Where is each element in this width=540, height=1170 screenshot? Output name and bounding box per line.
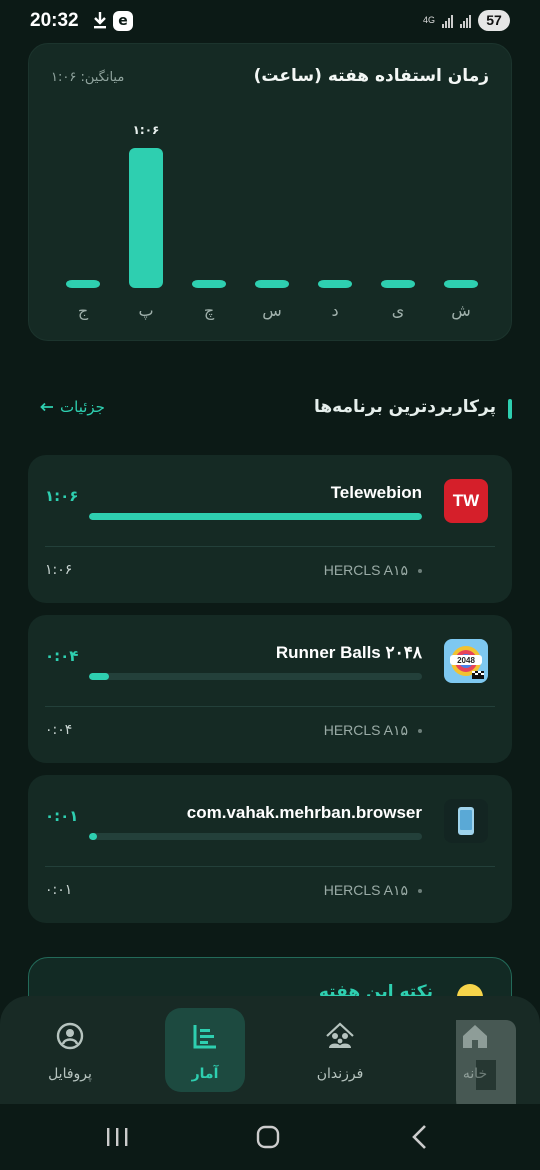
chart-day-label: پ [138, 301, 153, 321]
section-accent-bar [508, 399, 512, 419]
chart-day-label: س [262, 301, 282, 320]
stats-icon [193, 1025, 216, 1049]
weekly-usage-card: زمان استفاده هفته (ساعت) میانگین: ۱:۰۶ ش… [28, 43, 512, 341]
device-time: ۰:۰۱ [45, 882, 73, 898]
status-indicators: 4G 57 [423, 10, 510, 31]
app-usage-card[interactable]: 2048 Runner Balls ۲۰۴۸ ۰:۰۴ HERCLS A۱۵ ۰… [28, 615, 512, 763]
phone-app-icon [444, 799, 488, 843]
device-name: HERCLS A۱۵ [323, 722, 408, 738]
notification-app-icon: e [113, 11, 133, 31]
chart-bar [129, 148, 163, 288]
usage-bar [89, 513, 422, 520]
chart-day-label: ی [392, 301, 405, 320]
app-usage-card[interactable]: TW Telewebion ۱:۰۶ HERCLS A۱۵ ۱:۰۶ [28, 455, 512, 603]
device-dot [418, 889, 422, 893]
app-name: Runner Balls ۲۰۴۸ [275, 643, 422, 662]
chart-bar [66, 280, 100, 288]
nav-stats[interactable]: آمار [165, 1008, 245, 1092]
divider [45, 866, 495, 867]
chart-day-label: چ [204, 301, 215, 321]
telewebion-icon: TW [444, 479, 488, 523]
usage-bar-fill [89, 673, 109, 680]
device-name: HERCLS A۱۵ [323, 562, 408, 578]
system-navigation [0, 1104, 540, 1170]
device-time: ۰:۰۴ [45, 722, 73, 738]
device-dot [418, 729, 422, 733]
download-icon [94, 12, 106, 29]
network-type: 4G [422, 15, 435, 25]
chart-value-label: ۱:۰۶ [133, 123, 160, 137]
chart-day-label: ج [78, 301, 89, 321]
svg-text:2048: 2048 [457, 656, 475, 665]
app-time: ۰:۰۴ [45, 647, 79, 665]
app-time: ۱:۰۶ [45, 487, 79, 505]
usage-bar [89, 833, 422, 840]
status-time: 20:32 [30, 10, 79, 31]
details-link[interactable]: جزئیات [40, 398, 105, 416]
chart-bar [444, 280, 478, 288]
back-icon[interactable] [405, 1122, 435, 1152]
signal-icon-2 [460, 13, 471, 28]
nav-profile[interactable]: پروفایل [30, 1008, 110, 1092]
home-button-icon[interactable] [253, 1122, 283, 1152]
device-dot [418, 569, 422, 573]
usage-bar-fill [89, 833, 97, 840]
details-label: جزئیات [60, 398, 105, 416]
arrow-left-icon [40, 402, 53, 412]
battery-icon: 57 [478, 10, 510, 31]
section-title: پرکاربردترین برنامه‌ها [314, 397, 496, 417]
usage-bar [89, 673, 422, 680]
nav-children[interactable]: فرزندان [300, 1008, 380, 1092]
family-icon [326, 1022, 354, 1048]
chart-bar [381, 280, 415, 288]
signal-icon [442, 13, 453, 28]
chart-day-label: د [331, 301, 338, 320]
nav-label: فرزندان [316, 1066, 364, 1082]
app-name: Telewebion [330, 483, 422, 502]
chart-day-label: ش [451, 301, 471, 320]
runner-balls-icon: 2048 [444, 639, 488, 683]
chart-bar [192, 280, 226, 288]
recent-apps-icon[interactable] [103, 1122, 133, 1152]
app-usage-card[interactable]: com.vahak.mehrban.browser ۰:۰۱ HERCLS A۱… [28, 775, 512, 923]
nav-label: آمار [191, 1066, 219, 1082]
status-bar: 20:32 e 4G 57 [0, 0, 540, 44]
chart-bar [255, 280, 289, 288]
device-name: HERCLS A۱۵ [323, 882, 408, 898]
nav-label: پروفایل [48, 1066, 92, 1082]
app-time: ۰:۰۱ [45, 807, 79, 825]
app-name: com.vahak.mehrban.browser [186, 803, 422, 822]
weekly-usage-chart: ش ی د س چ پ ۱:۰۶ ج [66, 123, 478, 321]
device-time: ۱:۰۶ [45, 562, 73, 578]
divider [45, 546, 495, 547]
profile-icon [56, 1022, 84, 1050]
divider [45, 706, 495, 707]
chart-bar [318, 280, 352, 288]
top-apps-header: پرکاربردترین برنامه‌ها جزئیات [28, 393, 512, 425]
usage-bar-fill [89, 513, 422, 520]
